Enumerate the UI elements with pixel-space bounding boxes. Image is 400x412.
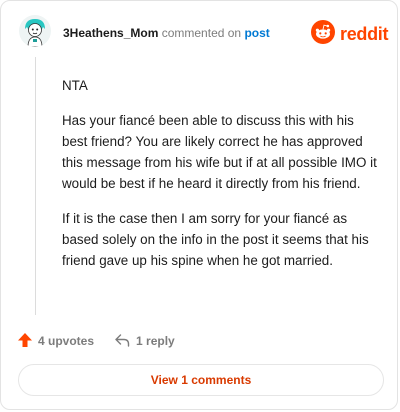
author-line: 3Heathens_Mom commented on post	[63, 26, 270, 40]
view-comments-button[interactable]: View 1 comments	[18, 364, 384, 396]
upvote-button[interactable]: 4 upvotes	[17, 332, 94, 351]
view-comments-label: View 1 comments	[150, 373, 252, 387]
comment-paragraph: NTA	[62, 78, 88, 93]
reply-count: 1 reply	[136, 334, 175, 348]
upvote-count: 4 upvotes	[38, 334, 95, 348]
reply-button[interactable]: 1 reply	[114, 333, 175, 350]
username-link[interactable]: 3Heathens_Mom	[63, 26, 158, 40]
comment-header: 3Heathens_Mom commented on post reddit	[1, 1, 397, 63]
comment-body: NTA Has your fiancé been able to discuss…	[62, 75, 380, 285]
reddit-wordmark: reddit	[340, 24, 389, 44]
comment-footer: 4 upvotes 1 reply	[17, 331, 175, 351]
thread-line	[35, 57, 36, 315]
comment-paragraph: Has your fiancé been able to discuss thi…	[62, 113, 377, 191]
user-avatar[interactable]	[19, 15, 51, 47]
reddit-snoo-icon	[311, 19, 335, 49]
comment-action-text: commented on	[161, 26, 242, 40]
comment-card: 3Heathens_Mom commented on post reddit N…	[0, 0, 398, 410]
reply-arrow-icon	[114, 333, 136, 350]
comment-paragraph: If it is the case then I am sorry for yo…	[62, 211, 369, 268]
upvote-arrow-icon	[17, 332, 38, 351]
post-link[interactable]: post	[244, 26, 269, 40]
reddit-brand[interactable]: reddit	[311, 19, 389, 49]
